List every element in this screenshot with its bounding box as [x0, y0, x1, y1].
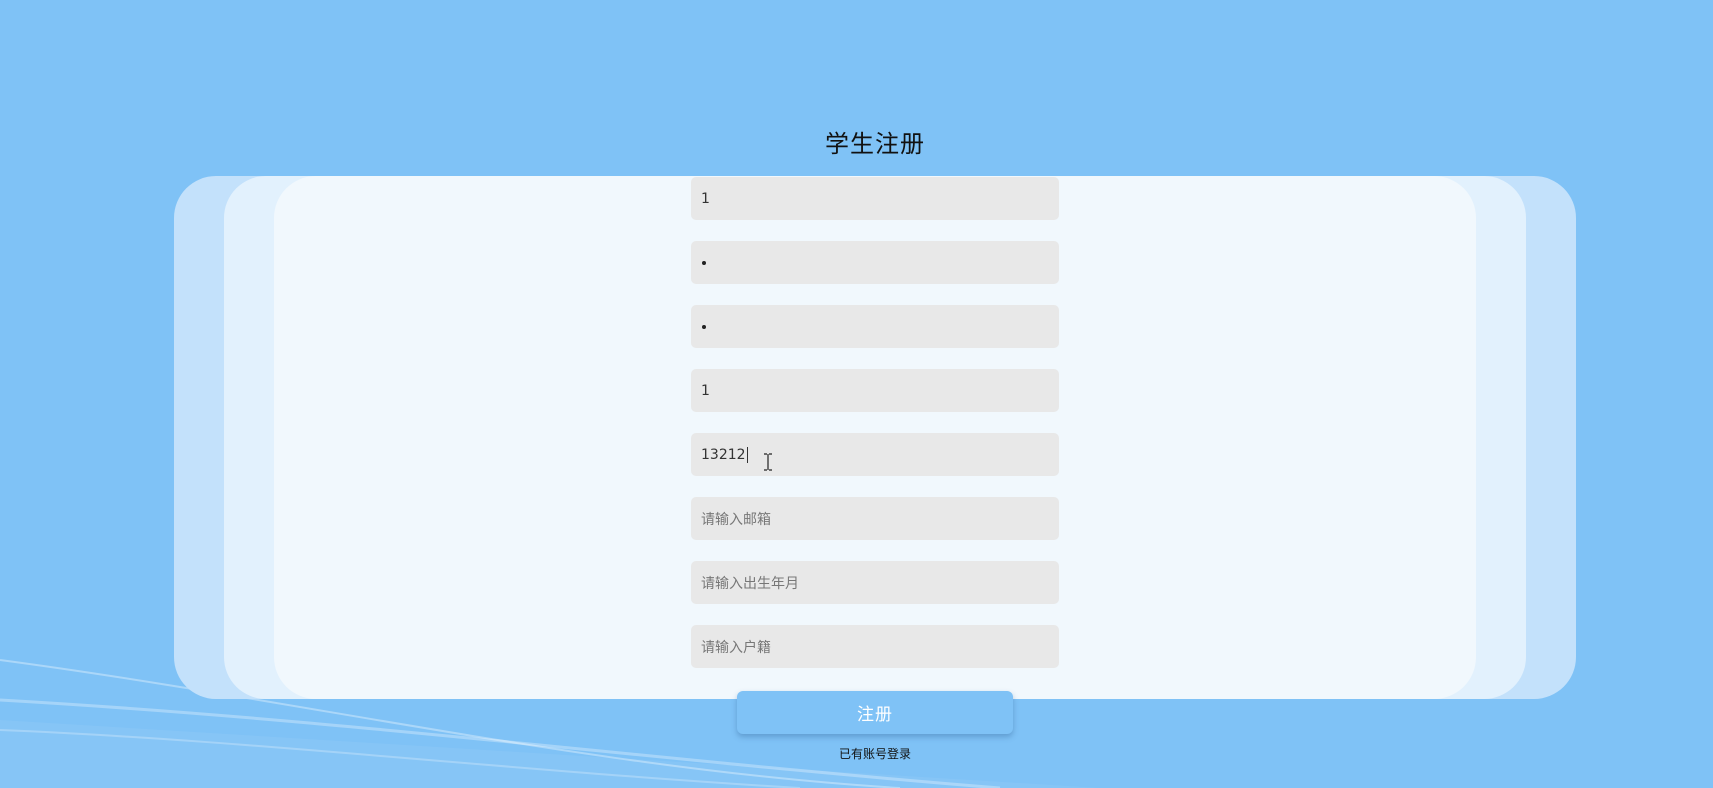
username-value: 1 [701, 190, 710, 207]
login-link[interactable]: 已有账号登录 [0, 745, 1713, 762]
birth-date-placeholder: 请输入出生年月 [701, 575, 799, 592]
household-registration-placeholder: 请输入户籍 [701, 639, 771, 656]
confirm-password-mask-dot [702, 324, 706, 329]
household-registration-input[interactable]: 请输入户籍 [691, 625, 1059, 668]
password-mask-dot [702, 260, 706, 265]
name-input[interactable]: 1 [691, 369, 1059, 412]
birth-date-input[interactable]: 请输入出生年月 [691, 561, 1059, 604]
email-input[interactable]: 请输入邮箱 [691, 497, 1059, 540]
text-caret [746, 446, 748, 463]
email-placeholder: 请输入邮箱 [701, 511, 771, 528]
phone-input[interactable]: 13212 [691, 433, 1059, 476]
name-value: 1 [701, 382, 710, 399]
page-title: 学生注册 [825, 130, 925, 158]
password-input[interactable] [691, 241, 1059, 284]
username-input[interactable]: 1 [691, 177, 1059, 220]
phone-value: 13212 [701, 446, 746, 463]
confirm-password-input[interactable] [691, 305, 1059, 348]
register-button[interactable]: 注册 [737, 691, 1013, 734]
